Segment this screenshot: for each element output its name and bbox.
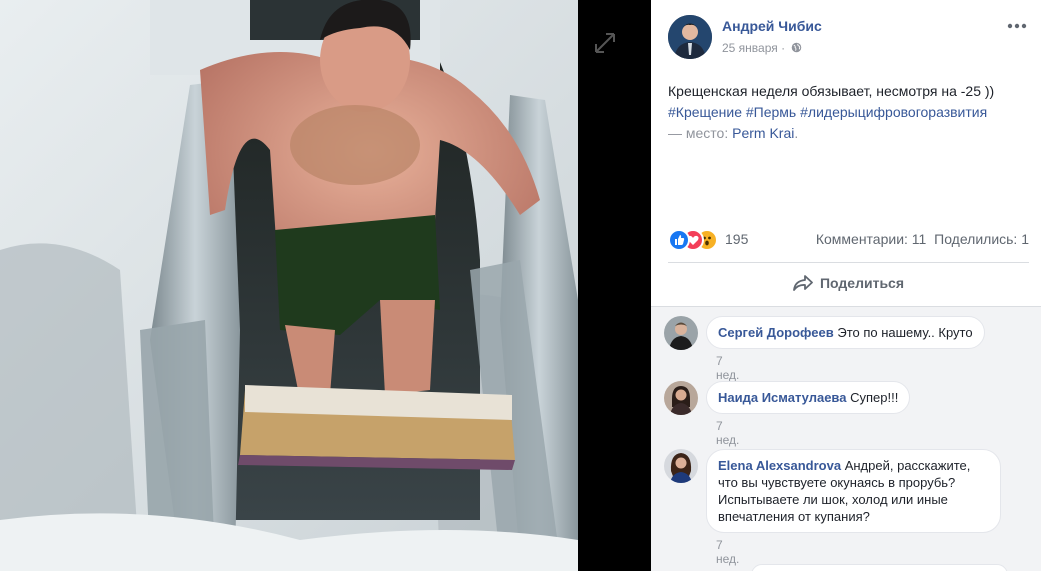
location-suffix: . <box>794 125 799 141</box>
comment-bubble: Сергей Дорофеев Это по нашему.. Круто <box>706 316 985 349</box>
commenter-name[interactable]: Elena Alexsandrova <box>718 458 841 473</box>
commenter-avatar[interactable] <box>664 449 698 483</box>
meta-separator: · <box>781 41 786 55</box>
post-caption: Крещенская неделя обязывает, несмотря на… <box>668 83 995 99</box>
comment-text: Супер!!! <box>850 390 899 405</box>
comment-time[interactable]: 7 нед. <box>716 419 739 447</box>
share-icon <box>793 275 813 291</box>
like-icon <box>668 229 690 251</box>
commenter-avatar[interactable] <box>664 381 698 415</box>
post-photo[interactable] <box>0 0 578 571</box>
comments-list: Сергей Дорофеев Это по нашему.. Круто 7 … <box>651 307 1041 571</box>
location-prefix: — место: <box>668 125 729 141</box>
comment-text: Это по нашему.. Круто <box>837 325 973 340</box>
commenter-name[interactable]: Сергей Дорофеев <box>718 325 834 340</box>
post-side-panel: Андрей Чибис 25 января · Крещенская неде… <box>651 0 1041 571</box>
comment-bubble: Наида Исматулаева Супер!!! <box>706 381 911 414</box>
fullscreen-icon[interactable] <box>592 30 618 56</box>
post-meta: 25 января · <box>722 41 802 55</box>
comment-time[interactable]: 7 нед. <box>716 538 739 566</box>
divider <box>668 262 1029 263</box>
post-text: Крещенская неделя обязывает, несмотря на… <box>668 81 1028 144</box>
commenter-name[interactable]: Наида Исматулаева <box>718 390 846 405</box>
author-name-link[interactable]: Андрей Чибис <box>722 18 822 34</box>
post-date[interactable]: 25 января <box>722 41 778 55</box>
photo-viewer <box>0 0 651 571</box>
reaction-count[interactable]: 195 <box>725 231 748 247</box>
post-location: — место: Perm Krai. <box>668 123 1028 144</box>
globe-icon[interactable] <box>791 42 802 53</box>
comment-share-counts: Комментарии: 11 Поделились: 1 <box>816 231 1029 247</box>
author-avatar[interactable] <box>668 15 712 59</box>
share-label: Поделиться <box>819 275 905 291</box>
reactions-row: 195 Комментарии: 11 Поделились: 1 <box>668 229 1029 251</box>
location-link[interactable]: Perm Krai <box>732 125 794 141</box>
comment-bubble-partial <box>751 564 1008 571</box>
commenter-avatar[interactable] <box>664 316 698 350</box>
comment-bubble: Elena Alexsandrova Андрей, расскажите, ч… <box>706 449 1001 533</box>
more-options-icon[interactable] <box>1006 17 1028 35</box>
shares-count-link[interactable]: Поделились: 1 <box>934 231 1029 247</box>
share-button[interactable]: Поделиться <box>668 268 1029 298</box>
post-hashtags[interactable]: #Крещение #Пермь #лидерыцифровогоразвити… <box>668 102 1028 123</box>
comment-time[interactable]: 7 нед. <box>716 354 739 382</box>
comments-count-link[interactable]: Комментарии: 11 <box>816 231 927 247</box>
